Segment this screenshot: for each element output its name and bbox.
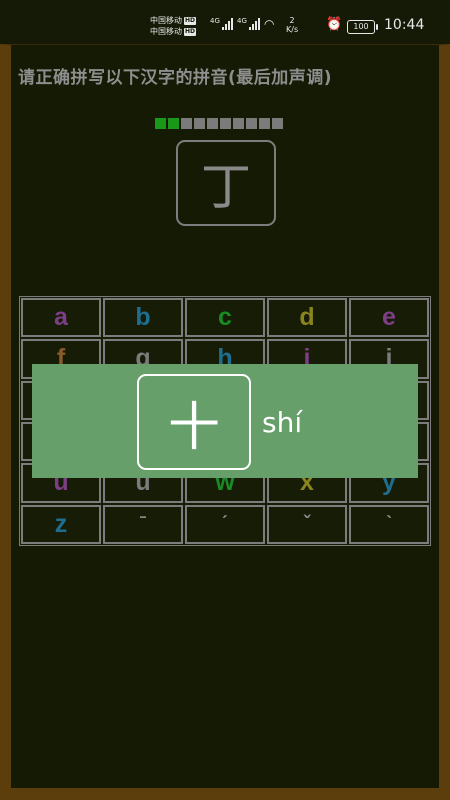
progress-square bbox=[181, 118, 192, 129]
answer-character: 十 bbox=[167, 397, 220, 458]
key-label: ˊ bbox=[221, 512, 229, 535]
key-label: a bbox=[54, 303, 68, 332]
key-29[interactable]: ˋ bbox=[349, 504, 429, 544]
progress-square bbox=[246, 118, 257, 129]
hd-badge: HD bbox=[184, 27, 197, 36]
battery-icon: 100 bbox=[347, 20, 378, 34]
key-label: e bbox=[382, 303, 396, 332]
key-2[interactable]: c bbox=[185, 298, 265, 338]
wifi-icon: ◠ bbox=[264, 17, 275, 31]
progress-square bbox=[155, 118, 166, 129]
clock: 10:44 bbox=[384, 17, 425, 33]
carrier-name-1: 中国移动 bbox=[150, 16, 182, 25]
answer-character-box: 十 bbox=[137, 374, 251, 470]
question-character-box: 丁 bbox=[176, 140, 276, 226]
key-label: c bbox=[218, 303, 232, 332]
battery-level: 100 bbox=[353, 22, 369, 31]
key-label: d bbox=[299, 303, 315, 332]
progress-square bbox=[207, 118, 218, 129]
key-26[interactable]: ˉ bbox=[103, 504, 183, 544]
key-25[interactable]: z bbox=[21, 504, 101, 544]
speed-unit: K/s bbox=[286, 25, 299, 34]
key-label: b bbox=[135, 303, 151, 332]
signal-icon bbox=[222, 18, 233, 30]
key-1[interactable]: b bbox=[103, 298, 183, 338]
key-label: ˋ bbox=[385, 512, 393, 535]
key-28[interactable]: ˇ bbox=[267, 504, 347, 544]
question-character: 丁 bbox=[201, 158, 251, 216]
key-4[interactable]: e bbox=[349, 298, 429, 338]
speed-value: 2 bbox=[289, 16, 295, 25]
network-type-2: 4G bbox=[237, 17, 247, 25]
key-3[interactable]: d bbox=[267, 298, 347, 338]
hd-badge: HD bbox=[184, 16, 197, 25]
carrier-name-2: 中国移动 bbox=[150, 27, 182, 36]
key-27[interactable]: ˊ bbox=[185, 504, 265, 544]
instruction-text: 请正确拼写以下汉字的拼音(最后加声调) bbox=[18, 68, 333, 88]
key-0[interactable]: a bbox=[21, 298, 101, 338]
progress-square bbox=[272, 118, 283, 129]
status-bar: 中国移动 HD 中国移动 HD 4G 4G ◠ 2 K/s ⏰ 100 10:44 bbox=[0, 0, 450, 44]
key-label: ˇ bbox=[303, 512, 311, 535]
progress-indicator bbox=[155, 118, 283, 129]
key-label: z bbox=[54, 509, 68, 538]
progress-square bbox=[220, 118, 231, 129]
progress-square bbox=[233, 118, 244, 129]
progress-square bbox=[194, 118, 205, 129]
answer-popup: 十 shí bbox=[32, 364, 418, 478]
alarm-icon: ⏰ bbox=[326, 17, 343, 32]
carrier-info: 中国移动 HD 中国移动 HD bbox=[150, 15, 197, 37]
network-type-1: 4G bbox=[210, 17, 220, 25]
network-speed: 2 K/s bbox=[286, 16, 298, 34]
progress-square bbox=[259, 118, 270, 129]
signal-icon bbox=[249, 18, 260, 30]
key-label: ˉ bbox=[139, 512, 147, 535]
answer-pinyin: shí bbox=[262, 406, 303, 439]
progress-square bbox=[168, 118, 179, 129]
